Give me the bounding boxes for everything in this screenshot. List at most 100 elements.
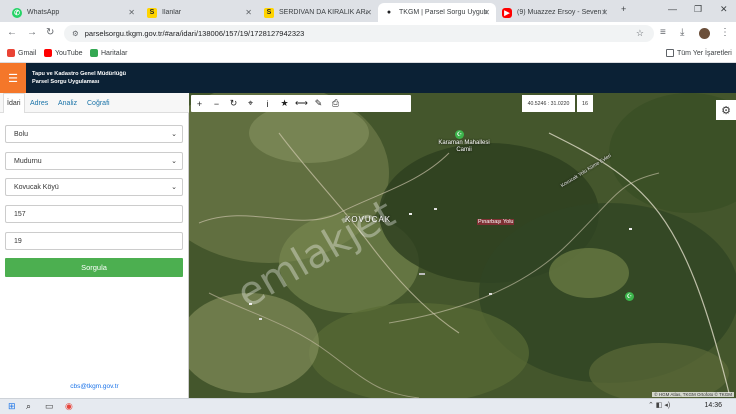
whatsapp-icon: ✆ [12, 7, 22, 18]
chrome-icon[interactable]: ◉ [65, 401, 73, 412]
browser-tab-whatsapp[interactable]: ✆ WhatsApp ✕ [6, 3, 141, 22]
bookmark-star-icon[interactable]: ☆ [636, 28, 644, 39]
app-title-line1: Tapu ve Kadastro Genel Müdürlüğü [32, 71, 127, 77]
zoom-in-icon[interactable]: + [191, 95, 208, 112]
satellite-map[interactable]: + − ↻ ⌖ i ★ ⟷ ✎ ⎙ 40.5246 : 31.0220 16 ⚙… [189, 93, 736, 398]
youtube-icon [44, 49, 52, 57]
browser-tab-youtube[interactable]: ▶ (9) Muazzez Ersoy - Seven Gö ✕ [496, 3, 614, 22]
browser-tab-strip: ✆ WhatsApp ✕ S İlanlar ✕ S SERDİVAN DA K… [0, 0, 736, 22]
tray-icons[interactable]: ⌃ ◧ ◂) [648, 401, 670, 409]
contact-email-link[interactable]: cbs@tkgm.gov.tr [0, 383, 189, 390]
mosque-marker-icon[interactable]: ☪ [455, 130, 464, 139]
extensions-icon[interactable]: ≡ [660, 27, 666, 38]
info-icon[interactable]: i [259, 95, 276, 112]
bookmark-haritalar[interactable]: Haritalar [90, 49, 127, 57]
tab-title: İlanlar [162, 9, 182, 16]
app-header: ☰ Tapu ve Kadastro Genel Müdürlüğü Parse… [0, 63, 736, 93]
bookmark-label: YouTube [55, 49, 83, 57]
site-info-icon[interactable]: ⚙ [72, 29, 79, 38]
tab-title: TKGM | Parsel Sorgu Uygulama [399, 9, 487, 16]
mosque-label: Karaman Mahallesi Camii [438, 140, 490, 153]
bookmark-label: Gmail [18, 49, 37, 57]
tab-idari[interactable]: İdari [3, 93, 25, 113]
sahibinden-icon: S [147, 7, 157, 18]
minimize-button[interactable]: — [668, 4, 677, 14]
print-icon[interactable]: ⎙ [327, 95, 344, 112]
close-icon[interactable]: ✕ [601, 8, 608, 17]
close-icon[interactable]: ✕ [483, 8, 490, 17]
tab-adres[interactable]: Adres [27, 93, 51, 113]
chevron-down-icon: ⌄ [171, 184, 177, 191]
tab-title: (9) Muazzez Ersoy - Seven Gö [517, 9, 605, 16]
map-pin-icon: ● [386, 9, 392, 16]
avatar[interactable] [699, 28, 710, 39]
browser-tab-serdivan[interactable]: S SERDİVAN DA KİRALIK ARAZİ ✕ [258, 3, 378, 22]
tab-cografi[interactable]: Coğrafi [84, 93, 113, 113]
settings-gear-icon[interactable]: ⚙ [716, 100, 736, 120]
reload-icon[interactable]: ↻ [46, 27, 54, 38]
ada-value: 157 [14, 210, 26, 218]
parcel-label: Pınarbaşı Yolu [477, 219, 515, 225]
draw-icon[interactable]: ✎ [310, 95, 327, 112]
forward-arrow-icon[interactable]: → [27, 27, 37, 38]
windows-taskbar: ⊞ ⌕ ▭ ◉ ⌃ ◧ ◂) 14:36 [0, 398, 736, 414]
ilce-select[interactable]: Mudurnu ⌄ [5, 152, 183, 170]
sahibinden-icon: S [264, 7, 274, 18]
mahalle-select[interactable]: Kovucak Köyü ⌄ [5, 178, 183, 196]
satellite-imagery [189, 93, 736, 398]
close-icon[interactable]: ✕ [365, 8, 372, 17]
clock: 14:36 [704, 402, 722, 409]
bookmark-gmail[interactable]: Gmail [7, 49, 36, 57]
close-icon[interactable]: ✕ [128, 8, 135, 17]
url-text: parselsorgu.tkgm.gov.tr/#ara/idari/13800… [84, 29, 305, 38]
all-bookmarks-label: Tüm Yer İşaretleri [677, 49, 732, 57]
il-select[interactable]: Bolu ⌄ [5, 125, 183, 143]
zoom-out-icon[interactable]: − [208, 95, 225, 112]
tab-analiz[interactable]: Analiz [55, 93, 80, 113]
tab-title: WhatsApp [27, 9, 60, 16]
locate-icon[interactable]: ⌖ [242, 95, 259, 112]
tab-title: SERDİVAN DA KİRALIK ARAZİ [279, 9, 367, 16]
bookmark-youtube[interactable]: YouTube [44, 49, 83, 57]
menu-icon[interactable]: ☰ [0, 63, 26, 93]
youtube-icon: ▶ [502, 7, 512, 18]
chevron-down-icon: ⌄ [171, 131, 177, 138]
bookmarks-bar: Gmail YouTube Haritalar Tüm Yer İşaretle… [0, 45, 736, 63]
back-arrow-icon[interactable]: ← [7, 27, 17, 38]
zoom-level: 16 [577, 95, 593, 112]
file-explorer-icon[interactable]: ▭ [45, 401, 54, 412]
folder-icon [666, 49, 674, 57]
chevron-down-icon: ⌄ [171, 158, 177, 165]
refresh-icon[interactable]: ↻ [225, 95, 242, 112]
browser-tab-tkgm[interactable]: ● TKGM | Parsel Sorgu Uygulama ✕ [378, 3, 496, 22]
ilce-value: Mudurnu [14, 157, 42, 165]
maps-icon [90, 49, 98, 57]
windows-start-icon[interactable]: ⊞ [8, 401, 16, 412]
poi-marker-icon[interactable]: ☪ [625, 292, 634, 301]
gmail-icon [7, 49, 15, 57]
il-value: Bolu [14, 130, 29, 138]
measure-icon[interactable]: ⟷ [293, 95, 310, 112]
close-icon[interactable]: ✕ [245, 8, 252, 17]
bookmark-label: Haritalar [101, 49, 128, 57]
ada-input[interactable]: 157 [5, 205, 183, 223]
favorite-star-icon[interactable]: ★ [276, 95, 293, 112]
download-icon[interactable]: ⤓ [680, 27, 684, 38]
app-title: Tapu ve Kadastro Genel Müdürlüğü Parsel … [32, 70, 126, 86]
maximize-button[interactable]: ❐ [694, 4, 702, 15]
coordinate-readout: 40.5246 : 31.0220 [522, 95, 575, 112]
more-options-icon[interactable]: ⋮ [720, 27, 730, 38]
browser-tab-ilanlar[interactable]: S İlanlar ✕ [141, 3, 258, 22]
sorgula-button[interactable]: Sorgula [5, 258, 183, 277]
window-close-button[interactable]: ✕ [720, 4, 728, 15]
sidebar-tabs: İdari Adres Analiz Coğrafi [0, 93, 189, 113]
url-input[interactable]: ⚙ parselsorgu.tkgm.gov.tr/#ara/idari/138… [64, 25, 654, 42]
parsel-input[interactable]: 19 [5, 232, 183, 250]
mahalle-value: Kovucak Köyü [14, 183, 59, 191]
all-bookmarks[interactable]: Tüm Yer İşaretleri [666, 49, 732, 57]
new-tab-button[interactable]: + [621, 4, 626, 14]
map-attribution: © HGM Atlas, TKGM Ortofoto © TKGM [652, 392, 734, 397]
search-icon[interactable]: ⌕ [26, 401, 31, 412]
app-title-line2: Parsel Sorgu Uygulaması [32, 79, 100, 85]
query-sidebar: İdari Adres Analiz Coğrafi Bolu ⌄ Mudurn… [0, 93, 189, 398]
